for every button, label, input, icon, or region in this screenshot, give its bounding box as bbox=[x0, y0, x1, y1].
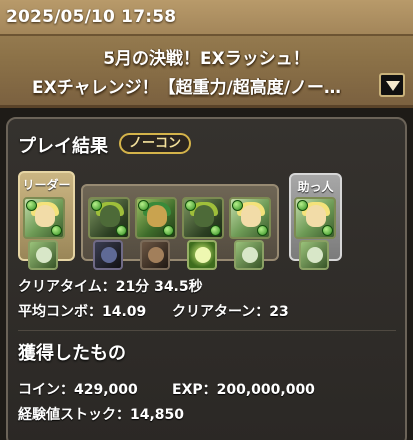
result-screen: 2025/05/10 17:58 5月の決戦！EXラッシュ！ EXチャレンジ！【… bbox=[0, 0, 413, 440]
assist-art bbox=[148, 247, 164, 263]
coin-reward: コイン：429,000 bbox=[18, 382, 138, 398]
average-combo: 平均コンボ：14.09 bbox=[18, 304, 147, 320]
monster-face bbox=[100, 205, 120, 227]
monster-face bbox=[147, 205, 167, 227]
monster-face bbox=[241, 205, 261, 227]
assist-art bbox=[242, 247, 258, 263]
sub-monster-card-2[interactable] bbox=[135, 197, 177, 239]
result-panel: プレイ結果 ノーコン リーダー 助っ人 クリアタイム：21分 34.5秒 平均コ… bbox=[6, 117, 407, 440]
attribute-orb-icon bbox=[163, 225, 174, 236]
sub-assist-card-3[interactable] bbox=[187, 240, 217, 270]
monster-face bbox=[306, 205, 326, 227]
helper-monster-card[interactable] bbox=[294, 197, 336, 239]
clear-turns: クリアターン：23 bbox=[172, 304, 289, 320]
plus-orb-icon bbox=[232, 200, 243, 211]
sub-assist-card-4[interactable] bbox=[234, 240, 264, 270]
play-result-title: プレイ結果 bbox=[18, 136, 108, 157]
monster-face bbox=[35, 205, 55, 227]
triangle-down-icon bbox=[386, 81, 400, 91]
exp-stock: 経験値ストック：14,850 bbox=[18, 407, 185, 423]
plus-orb-icon bbox=[185, 200, 196, 211]
rewards-title: 獲得したもの bbox=[18, 343, 126, 364]
plus-orb-icon bbox=[138, 200, 149, 211]
plus-orb-icon bbox=[26, 200, 37, 211]
sub-assist-card-2[interactable] bbox=[140, 240, 170, 270]
floor-name: EXチャレンジ！【超重力/超高度/ノー… bbox=[32, 78, 341, 98]
attribute-orb-icon bbox=[257, 225, 268, 236]
sub-assist-card-1[interactable] bbox=[93, 240, 123, 270]
assist-art bbox=[195, 247, 211, 263]
sub-monster-card-1[interactable] bbox=[88, 197, 130, 239]
assist-art bbox=[36, 247, 52, 263]
sub-monster-card-4[interactable] bbox=[229, 197, 271, 239]
exp-reward: EXP：200,000,000 bbox=[172, 382, 315, 398]
helper-assist-card[interactable] bbox=[299, 240, 329, 270]
section-divider bbox=[18, 330, 396, 331]
monster-face bbox=[194, 205, 214, 227]
leader-monster-card[interactable] bbox=[23, 197, 65, 239]
attribute-orb-icon bbox=[210, 225, 221, 236]
attribute-orb-icon bbox=[116, 225, 127, 236]
clear-time: クリアタイム：21分 34.5秒 bbox=[18, 279, 203, 295]
leader-assist-card[interactable] bbox=[28, 240, 58, 270]
datetime-text: 2025/05/10 17:58 bbox=[6, 7, 177, 27]
leader-label: リーダー bbox=[22, 178, 71, 192]
attribute-orb-icon bbox=[51, 225, 62, 236]
no-continue-badge: ノーコン bbox=[119, 133, 192, 154]
sub-monster-card-3[interactable] bbox=[182, 197, 224, 239]
plus-orb-icon bbox=[91, 200, 102, 211]
assist-art bbox=[307, 247, 323, 263]
attribute-orb-icon bbox=[322, 225, 333, 236]
floor-dropdown-button[interactable] bbox=[379, 73, 405, 97]
datetime-bar: 2025/05/10 17:58 bbox=[0, 0, 413, 36]
plus-orb-icon bbox=[297, 200, 308, 211]
assist-art bbox=[101, 247, 117, 263]
dungeon-name: 5月の決戦！EXラッシュ！ bbox=[103, 49, 310, 69]
helper-label: 助っ人 bbox=[297, 180, 334, 194]
dungeon-header: 2025/05/10 17:58 5月の決戦！EXラッシュ！ EXチャレンジ！【… bbox=[0, 0, 413, 108]
